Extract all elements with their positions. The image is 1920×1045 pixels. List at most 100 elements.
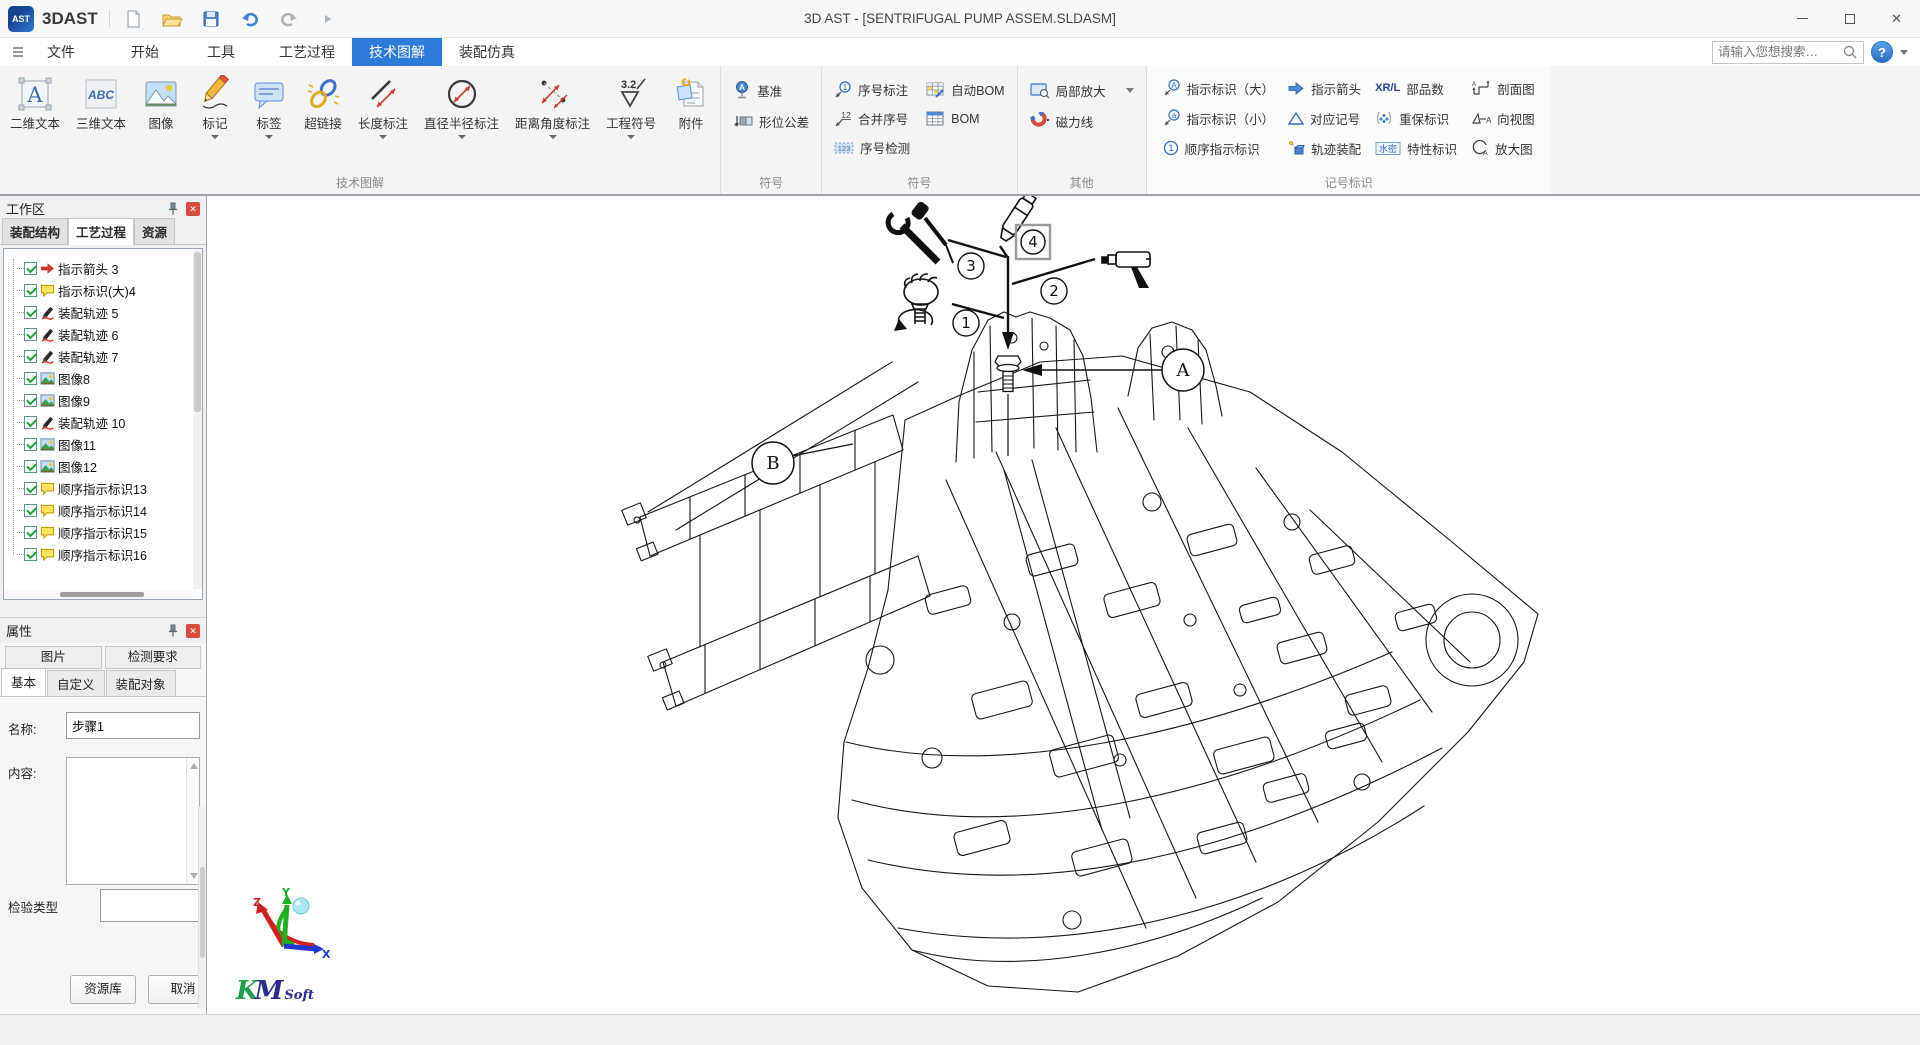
check-type-field[interactable]	[100, 889, 202, 922]
tree-item[interactable]: 装配轨迹 5	[8, 301, 202, 323]
tab-resources[interactable]: 资源	[134, 218, 175, 244]
scroll-down-icon[interactable]	[190, 873, 198, 879]
btn-marker[interactable]: 标记	[188, 68, 242, 139]
btn-indicator-mark-small[interactable]: a 指示标识（小）	[1163, 108, 1275, 128]
checkbox[interactable]	[24, 482, 37, 495]
tree-item[interactable]: 指示标识(大)4	[8, 279, 202, 301]
search-input[interactable]	[1718, 45, 1842, 59]
drawing-canvas[interactable]: 3 4 2 1	[207, 196, 1920, 1014]
btn-hyperlink[interactable]: 超链接	[296, 68, 350, 132]
pin-icon[interactable]	[167, 624, 179, 637]
menu-home[interactable]: 开始	[114, 38, 176, 66]
btn-surface-symbol[interactable]: 3.2 工程符号	[598, 68, 664, 139]
dropdown-caret[interactable]	[379, 135, 387, 139]
content-textarea[interactable]	[66, 757, 200, 885]
btn-detail-zoom[interactable]: 局部放大	[1030, 80, 1134, 100]
checkbox[interactable]	[24, 548, 37, 561]
dropdown-caret[interactable]	[627, 135, 635, 139]
menu-process[interactable]: 工艺过程	[262, 38, 352, 66]
tree-item[interactable]: 顺序指示标识16	[8, 543, 202, 565]
btn-merge-balloon[interactable]: 12 合并序号	[834, 109, 910, 129]
btn-diameter-dim[interactable]: 直径半径标注	[416, 68, 507, 139]
btn-bom[interactable]: BOM	[926, 109, 1004, 129]
btn-2d-text[interactable]: A 二维文本	[2, 68, 68, 132]
qat-more-icon[interactable]	[316, 7, 340, 31]
dropdown-caret[interactable]	[458, 135, 466, 139]
tree-item[interactable]: 图像8	[8, 367, 202, 389]
btn-datum[interactable]: A 基准	[733, 80, 809, 100]
pin-icon[interactable]	[167, 202, 179, 215]
tool-wrench-screwdriver-icon[interactable]	[888, 201, 953, 263]
dropdown-caret[interactable]	[265, 135, 273, 139]
minimize-icon[interactable]	[1779, 0, 1826, 37]
checkbox[interactable]	[24, 438, 37, 451]
checkbox[interactable]	[24, 284, 37, 297]
btn-geometric-tolerance[interactable]: 形位公差	[733, 111, 809, 131]
dropdown-caret[interactable]	[211, 135, 219, 139]
tab-assembly-object[interactable]: 装配对象	[106, 670, 176, 696]
btn-section-view[interactable]: A 剖面图	[1471, 78, 1535, 98]
btn-important-mark[interactable]: 重保标识	[1375, 108, 1457, 128]
redo-icon[interactable]	[277, 7, 301, 31]
menu-tools[interactable]: 工具	[190, 38, 252, 66]
checkbox[interactable]	[24, 372, 37, 385]
checkbox[interactable]	[24, 460, 37, 473]
tab-process[interactable]: 工艺过程	[68, 218, 134, 245]
tool-hand-turn-icon[interactable]	[894, 274, 938, 331]
open-folder-icon[interactable]	[160, 7, 184, 31]
close-icon[interactable]: ✕	[186, 202, 200, 216]
btn-distance-angle-dim[interactable]: 距离角度标注	[507, 68, 598, 139]
tree-item[interactable]: 顺序指示标识13	[8, 477, 202, 499]
callout-2[interactable]: 2	[1041, 278, 1067, 304]
btn-direction-view[interactable]: A 向视图	[1471, 108, 1535, 128]
tree-item[interactable]: 顺序指示标识15	[8, 521, 202, 543]
maximize-icon[interactable]	[1826, 0, 1873, 37]
btn-characteristic-mark[interactable]: 水密 特性标识	[1375, 138, 1457, 158]
bolt-drawing[interactable]	[995, 356, 1021, 392]
checkbox[interactable]	[24, 350, 37, 363]
name-field[interactable]	[66, 712, 200, 739]
tab-inspection-req[interactable]: 检测要求	[105, 646, 202, 669]
checkbox[interactable]	[24, 328, 37, 341]
tab-custom[interactable]: 自定义	[47, 670, 105, 696]
checkbox[interactable]	[24, 394, 37, 407]
scroll-up-icon[interactable]	[190, 763, 198, 769]
help-button[interactable]: ?	[1871, 41, 1893, 63]
btn-indicator-arrow[interactable]: 指示箭头	[1288, 78, 1361, 98]
tab-basic[interactable]: 基本	[1, 668, 46, 696]
btn-3d-text[interactable]: ABC 三维文本	[68, 68, 134, 132]
btn-part-count[interactable]: XR/L 部品数	[1375, 78, 1457, 98]
btn-balloon[interactable]: 1 序号标注	[834, 80, 910, 100]
tree-vertical-scrollbar[interactable]	[193, 249, 202, 589]
close-icon[interactable]: ✕	[186, 624, 200, 638]
tree-item[interactable]: 装配轨迹 7	[8, 345, 202, 367]
tool-impact-driver-icon[interactable]	[1102, 252, 1151, 288]
callout-3[interactable]: 3	[958, 253, 984, 279]
tree-item[interactable]: 装配轨迹 6	[8, 323, 202, 345]
btn-balloon-check[interactable]: 123 序号检测	[834, 138, 910, 158]
undo-icon[interactable]	[238, 7, 262, 31]
close-icon[interactable]: ✕	[1873, 0, 1920, 37]
tree-item[interactable]: 顺序指示标识14	[8, 499, 202, 521]
tree-item[interactable]: 图像12	[8, 455, 202, 477]
tree-item[interactable]: 图像11	[8, 433, 202, 455]
btn-sequence-indicator[interactable]: 1 顺序指示标识	[1163, 138, 1275, 158]
checkbox[interactable]	[24, 526, 37, 539]
menu-assembly-sim[interactable]: 装配仿真	[442, 38, 532, 66]
btn-track-assembly[interactable]: 轨迹装配	[1288, 138, 1361, 158]
dropdown-caret[interactable]	[549, 135, 557, 139]
tree-horizontal-scrollbar[interactable]	[4, 590, 192, 599]
btn-enlarged-view[interactable]: A 放大图	[1471, 138, 1535, 158]
btn-length-dim[interactable]: 长度标注	[350, 68, 416, 139]
btn-magnetic-line[interactable]: 磁力线	[1030, 111, 1134, 131]
checkbox[interactable]	[24, 306, 37, 319]
menu-file[interactable]: 文件	[30, 38, 92, 66]
btn-image[interactable]: 图像	[134, 68, 188, 132]
checkbox[interactable]	[24, 262, 37, 275]
btn-indicator-mark-large[interactable]: A 指示标识（大）	[1163, 78, 1275, 98]
btn-attachment[interactable]: 附件	[664, 68, 718, 132]
checkbox[interactable]	[24, 504, 37, 517]
properties-scrollbar[interactable]	[198, 807, 206, 1008]
resource-library-button[interactable]: 资源库	[70, 975, 136, 1004]
tab-picture[interactable]: 图片	[5, 646, 102, 669]
